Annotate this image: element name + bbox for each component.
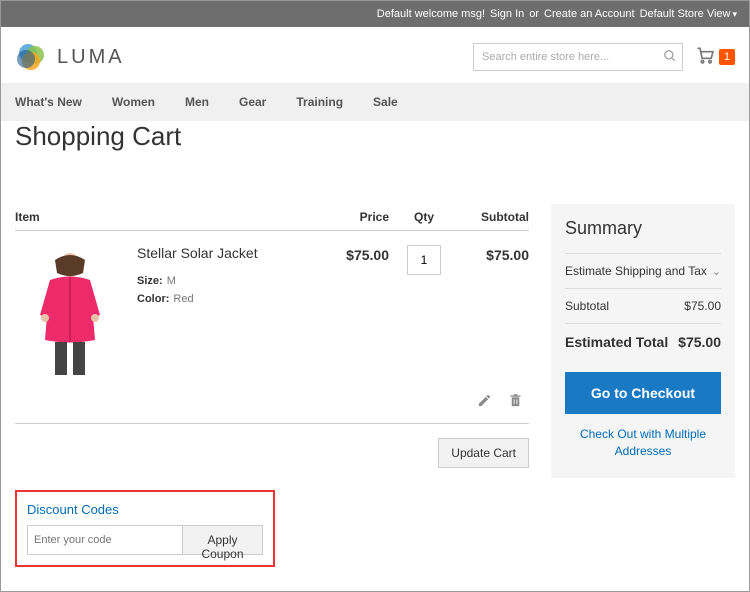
size-label: Size: — [137, 275, 163, 287]
col-header-item: Item — [15, 210, 319, 224]
cart-count-badge: 1 — [719, 49, 735, 65]
multiple-addresses-link[interactable]: Check Out with Multiple Addresses — [565, 426, 721, 460]
minicart-button[interactable]: 1 — [695, 45, 735, 70]
item-subtotal: $75.00 — [459, 245, 529, 263]
estimate-shipping-toggle[interactable]: Estimate Shipping and Tax ⌄ — [565, 253, 721, 288]
color-label: Color: — [137, 293, 169, 305]
cart-icon — [695, 45, 715, 70]
item-price: $75.00 — [319, 245, 389, 263]
cart-item-row: Stellar Solar Jacket Size: M Color: Red $7… — [15, 231, 529, 389]
header: LUMA 1 — [1, 27, 749, 83]
cart-main: Item Price Qty Subtotal — [15, 204, 529, 567]
top-panel: Default welcome msg! Sign In or Create a… — [1, 1, 749, 27]
page-title: Shopping Cart — [15, 121, 735, 152]
apply-coupon-button[interactable]: Apply Coupon — [183, 525, 263, 555]
color-value: Red — [173, 293, 193, 305]
remove-item-button[interactable] — [508, 393, 523, 413]
size-value: M — [167, 275, 176, 287]
checkout-button[interactable]: Go to Checkout — [565, 372, 721, 414]
qty-input[interactable] — [407, 245, 441, 275]
logo[interactable]: LUMA — [15, 41, 125, 73]
store-view-switcher[interactable]: Default Store View▾ — [640, 8, 737, 20]
table-header: Item Price Qty Subtotal — [15, 204, 529, 231]
discount-codes-block: Discount Codes Apply Coupon — [15, 490, 275, 567]
logo-icon — [15, 41, 47, 73]
nav-men[interactable]: Men — [185, 95, 209, 109]
create-account-link[interactable]: Create an Account — [544, 8, 635, 20]
search-input[interactable] — [473, 43, 683, 71]
nav-sale[interactable]: Sale — [373, 95, 398, 109]
chevron-down-icon: ⌄ — [712, 265, 721, 278]
total-label: Estimated Total — [565, 334, 668, 350]
search-icon[interactable] — [663, 49, 677, 68]
search-box — [473, 43, 683, 71]
subtotal-value: $75.00 — [684, 299, 721, 313]
col-header-subtotal: Subtotal — [459, 210, 529, 224]
summary-sidebar: Summary Estimate Shipping and Tax ⌄ Subt… — [551, 204, 735, 478]
col-header-qty: Qty — [389, 210, 459, 224]
nav-training[interactable]: Training — [296, 95, 343, 109]
main-nav: What's New Women Men Gear Training Sale — [1, 83, 749, 121]
edit-item-button[interactable] — [477, 393, 492, 413]
nav-women[interactable]: Women — [112, 95, 155, 109]
nav-whats-new[interactable]: What's New — [15, 95, 82, 109]
nav-gear[interactable]: Gear — [239, 95, 266, 109]
product-name[interactable]: Stellar Solar Jacket — [137, 245, 319, 261]
total-value: $75.00 — [678, 334, 721, 350]
or-text: or — [529, 8, 539, 20]
logo-text: LUMA — [57, 46, 125, 69]
chevron-down-icon: ▾ — [732, 9, 737, 19]
summary-title: Summary — [565, 218, 721, 239]
subtotal-label: Subtotal — [565, 299, 609, 313]
product-image[interactable] — [15, 245, 125, 375]
update-cart-button[interactable]: Update Cart — [438, 438, 529, 468]
discount-title[interactable]: Discount Codes — [27, 502, 263, 517]
signin-link[interactable]: Sign In — [490, 8, 524, 20]
welcome-message: Default welcome msg! — [377, 8, 485, 20]
coupon-input[interactable] — [27, 525, 183, 555]
col-header-price: Price — [319, 210, 389, 224]
